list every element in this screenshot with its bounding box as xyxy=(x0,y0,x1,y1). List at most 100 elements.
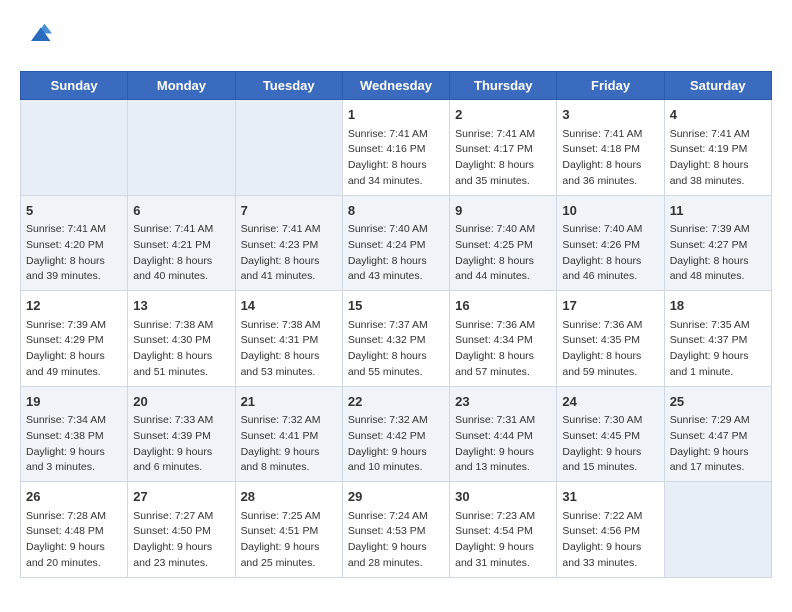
calendar-cell: 26Sunrise: 7:28 AM Sunset: 4:48 PM Dayli… xyxy=(21,482,128,578)
day-number: 28 xyxy=(241,487,337,507)
calendar-cell: 13Sunrise: 7:38 AM Sunset: 4:30 PM Dayli… xyxy=(128,291,235,387)
day-info: Sunrise: 7:32 AM Sunset: 4:42 PM Dayligh… xyxy=(348,413,444,476)
calendar-header: SundayMondayTuesdayWednesdayThursdayFrid… xyxy=(21,72,772,100)
calendar-week-row: 19Sunrise: 7:34 AM Sunset: 4:38 PM Dayli… xyxy=(21,386,772,482)
day-info: Sunrise: 7:24 AM Sunset: 4:53 PM Dayligh… xyxy=(348,509,444,572)
day-number: 26 xyxy=(26,487,122,507)
day-number: 19 xyxy=(26,392,122,412)
day-info: Sunrise: 7:29 AM Sunset: 4:47 PM Dayligh… xyxy=(670,413,766,476)
day-info: Sunrise: 7:37 AM Sunset: 4:32 PM Dayligh… xyxy=(348,318,444,381)
day-info: Sunrise: 7:40 AM Sunset: 4:25 PM Dayligh… xyxy=(455,222,551,285)
calendar-cell: 20Sunrise: 7:33 AM Sunset: 4:39 PM Dayli… xyxy=(128,386,235,482)
day-number: 1 xyxy=(348,105,444,125)
calendar-cell: 30Sunrise: 7:23 AM Sunset: 4:54 PM Dayli… xyxy=(450,482,557,578)
day-number: 12 xyxy=(26,296,122,316)
day-number: 11 xyxy=(670,201,766,221)
day-number: 16 xyxy=(455,296,551,316)
day-number: 31 xyxy=(562,487,658,507)
weekday-header: Sunday xyxy=(21,72,128,100)
calendar-cell: 17Sunrise: 7:36 AM Sunset: 4:35 PM Dayli… xyxy=(557,291,664,387)
day-info: Sunrise: 7:31 AM Sunset: 4:44 PM Dayligh… xyxy=(455,413,551,476)
day-info: Sunrise: 7:40 AM Sunset: 4:24 PM Dayligh… xyxy=(348,222,444,285)
calendar-week-row: 26Sunrise: 7:28 AM Sunset: 4:48 PM Dayli… xyxy=(21,482,772,578)
calendar-week-row: 1Sunrise: 7:41 AM Sunset: 4:16 PM Daylig… xyxy=(21,100,772,196)
calendar-cell: 16Sunrise: 7:36 AM Sunset: 4:34 PM Dayli… xyxy=(450,291,557,387)
logo-icon xyxy=(22,20,52,50)
day-info: Sunrise: 7:41 AM Sunset: 4:16 PM Dayligh… xyxy=(348,127,444,190)
day-info: Sunrise: 7:34 AM Sunset: 4:38 PM Dayligh… xyxy=(26,413,122,476)
calendar-cell: 5Sunrise: 7:41 AM Sunset: 4:20 PM Daylig… xyxy=(21,195,128,291)
day-info: Sunrise: 7:28 AM Sunset: 4:48 PM Dayligh… xyxy=(26,509,122,572)
calendar-cell: 7Sunrise: 7:41 AM Sunset: 4:23 PM Daylig… xyxy=(235,195,342,291)
calendar-cell: 6Sunrise: 7:41 AM Sunset: 4:21 PM Daylig… xyxy=(128,195,235,291)
calendar-cell: 9Sunrise: 7:40 AM Sunset: 4:25 PM Daylig… xyxy=(450,195,557,291)
day-number: 30 xyxy=(455,487,551,507)
day-info: Sunrise: 7:39 AM Sunset: 4:29 PM Dayligh… xyxy=(26,318,122,381)
calendar-cell: 10Sunrise: 7:40 AM Sunset: 4:26 PM Dayli… xyxy=(557,195,664,291)
weekday-header: Friday xyxy=(557,72,664,100)
calendar-cell: 1Sunrise: 7:41 AM Sunset: 4:16 PM Daylig… xyxy=(342,100,449,196)
calendar-cell: 18Sunrise: 7:35 AM Sunset: 4:37 PM Dayli… xyxy=(664,291,771,387)
day-info: Sunrise: 7:41 AM Sunset: 4:19 PM Dayligh… xyxy=(670,127,766,190)
day-number: 8 xyxy=(348,201,444,221)
weekday-row: SundayMondayTuesdayWednesdayThursdayFrid… xyxy=(21,72,772,100)
day-number: 27 xyxy=(133,487,229,507)
calendar-cell: 21Sunrise: 7:32 AM Sunset: 4:41 PM Dayli… xyxy=(235,386,342,482)
day-info: Sunrise: 7:27 AM Sunset: 4:50 PM Dayligh… xyxy=(133,509,229,572)
day-number: 2 xyxy=(455,105,551,125)
day-number: 14 xyxy=(241,296,337,316)
calendar-cell: 24Sunrise: 7:30 AM Sunset: 4:45 PM Dayli… xyxy=(557,386,664,482)
calendar-cell: 15Sunrise: 7:37 AM Sunset: 4:32 PM Dayli… xyxy=(342,291,449,387)
weekday-header: Wednesday xyxy=(342,72,449,100)
day-info: Sunrise: 7:35 AM Sunset: 4:37 PM Dayligh… xyxy=(670,318,766,381)
calendar-week-row: 5Sunrise: 7:41 AM Sunset: 4:20 PM Daylig… xyxy=(21,195,772,291)
calendar-cell: 29Sunrise: 7:24 AM Sunset: 4:53 PM Dayli… xyxy=(342,482,449,578)
calendar-cell xyxy=(21,100,128,196)
day-number: 3 xyxy=(562,105,658,125)
calendar-cell: 8Sunrise: 7:40 AM Sunset: 4:24 PM Daylig… xyxy=(342,195,449,291)
weekday-header: Thursday xyxy=(450,72,557,100)
calendar-cell: 31Sunrise: 7:22 AM Sunset: 4:56 PM Dayli… xyxy=(557,482,664,578)
day-number: 10 xyxy=(562,201,658,221)
calendar-cell: 19Sunrise: 7:34 AM Sunset: 4:38 PM Dayli… xyxy=(21,386,128,482)
calendar-cell: 14Sunrise: 7:38 AM Sunset: 4:31 PM Dayli… xyxy=(235,291,342,387)
calendar-cell xyxy=(235,100,342,196)
day-number: 25 xyxy=(670,392,766,412)
day-info: Sunrise: 7:41 AM Sunset: 4:20 PM Dayligh… xyxy=(26,222,122,285)
weekday-header: Monday xyxy=(128,72,235,100)
calendar-cell: 11Sunrise: 7:39 AM Sunset: 4:27 PM Dayli… xyxy=(664,195,771,291)
day-info: Sunrise: 7:36 AM Sunset: 4:34 PM Dayligh… xyxy=(455,318,551,381)
day-info: Sunrise: 7:39 AM Sunset: 4:27 PM Dayligh… xyxy=(670,222,766,285)
day-info: Sunrise: 7:23 AM Sunset: 4:54 PM Dayligh… xyxy=(455,509,551,572)
calendar-body: 1Sunrise: 7:41 AM Sunset: 4:16 PM Daylig… xyxy=(21,100,772,578)
day-info: Sunrise: 7:38 AM Sunset: 4:31 PM Dayligh… xyxy=(241,318,337,381)
day-number: 21 xyxy=(241,392,337,412)
day-number: 23 xyxy=(455,392,551,412)
day-number: 29 xyxy=(348,487,444,507)
calendar-week-row: 12Sunrise: 7:39 AM Sunset: 4:29 PM Dayli… xyxy=(21,291,772,387)
day-info: Sunrise: 7:33 AM Sunset: 4:39 PM Dayligh… xyxy=(133,413,229,476)
day-info: Sunrise: 7:22 AM Sunset: 4:56 PM Dayligh… xyxy=(562,509,658,572)
calendar-cell: 28Sunrise: 7:25 AM Sunset: 4:51 PM Dayli… xyxy=(235,482,342,578)
weekday-header: Saturday xyxy=(664,72,771,100)
calendar-cell: 4Sunrise: 7:41 AM Sunset: 4:19 PM Daylig… xyxy=(664,100,771,196)
calendar-cell: 22Sunrise: 7:32 AM Sunset: 4:42 PM Dayli… xyxy=(342,386,449,482)
day-info: Sunrise: 7:41 AM Sunset: 4:17 PM Dayligh… xyxy=(455,127,551,190)
page-header xyxy=(20,20,772,55)
weekday-header: Tuesday xyxy=(235,72,342,100)
day-info: Sunrise: 7:30 AM Sunset: 4:45 PM Dayligh… xyxy=(562,413,658,476)
logo xyxy=(20,20,52,55)
day-info: Sunrise: 7:25 AM Sunset: 4:51 PM Dayligh… xyxy=(241,509,337,572)
day-info: Sunrise: 7:40 AM Sunset: 4:26 PM Dayligh… xyxy=(562,222,658,285)
calendar-cell xyxy=(664,482,771,578)
day-info: Sunrise: 7:41 AM Sunset: 4:21 PM Dayligh… xyxy=(133,222,229,285)
calendar-cell: 3Sunrise: 7:41 AM Sunset: 4:18 PM Daylig… xyxy=(557,100,664,196)
day-number: 6 xyxy=(133,201,229,221)
calendar-cell: 27Sunrise: 7:27 AM Sunset: 4:50 PM Dayli… xyxy=(128,482,235,578)
day-number: 7 xyxy=(241,201,337,221)
day-number: 18 xyxy=(670,296,766,316)
day-number: 5 xyxy=(26,201,122,221)
day-number: 4 xyxy=(670,105,766,125)
day-number: 24 xyxy=(562,392,658,412)
day-number: 17 xyxy=(562,296,658,316)
